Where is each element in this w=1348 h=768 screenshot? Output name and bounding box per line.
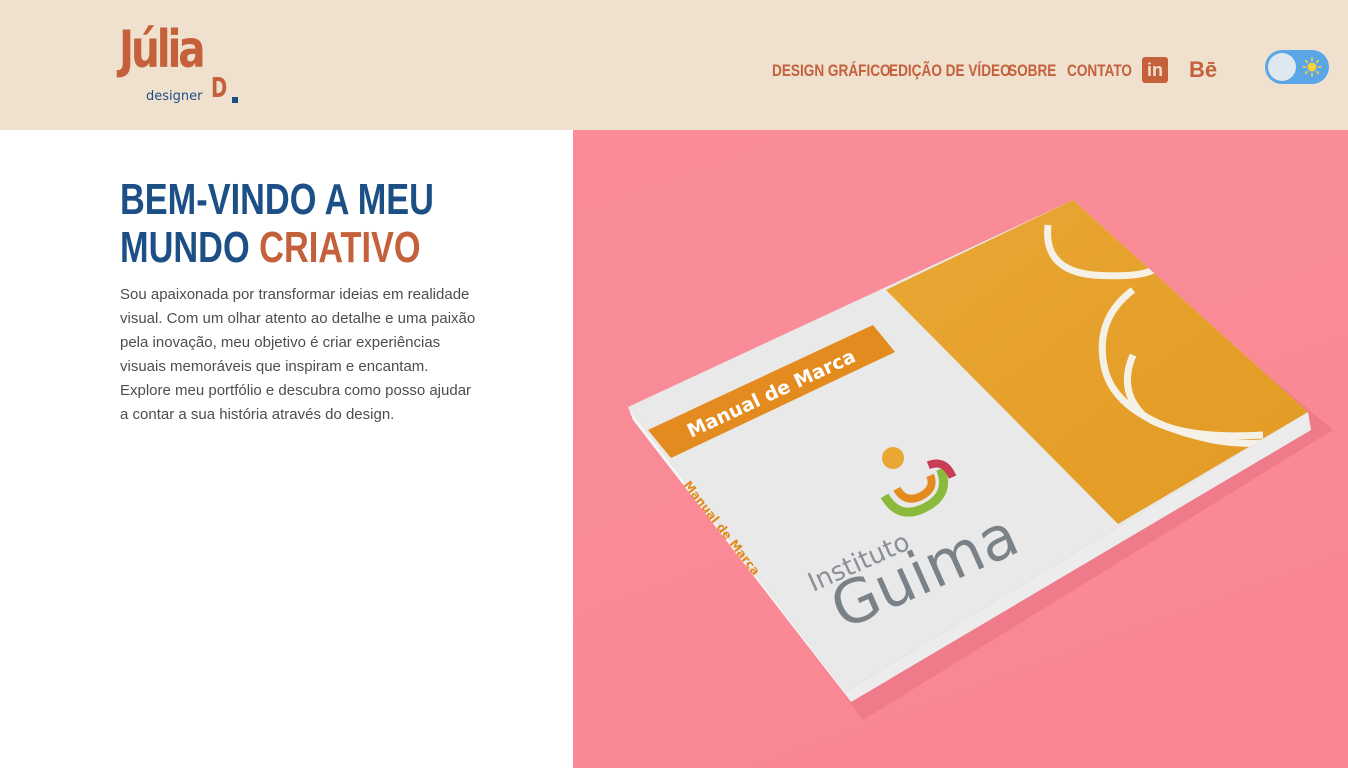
hero-image: Manual de Marca Manual de Marca Institut… <box>573 130 1348 768</box>
brand-manual-book: Manual de Marca Manual de Marca Institut… <box>628 200 1333 720</box>
nav-design-grafico[interactable]: DESIGN GRÁFICO <box>772 58 891 84</box>
logo[interactable]: Júlia designer D <box>119 22 244 108</box>
nav-contato[interactable]: CONTATO <box>1067 58 1132 84</box>
hero-title: BEM-VINDO A MEU MUNDO CRIATIVO <box>120 176 448 272</box>
logo-sub-text: designer <box>146 89 203 104</box>
behance-icon[interactable]: Bē <box>1189 56 1217 84</box>
nav-sobre[interactable]: SOBRE <box>1008 58 1056 84</box>
linkedin-icon[interactable]: in <box>1142 57 1168 83</box>
logo-main-text: Júlia <box>119 20 206 80</box>
logo-dot <box>232 97 238 103</box>
logo-initial: D <box>211 71 228 104</box>
sun-icon <box>1302 57 1322 77</box>
hero-title-line2: MUNDO <box>120 223 250 272</box>
hero-title-accent: CRIATIVO <box>259 223 421 272</box>
nav-edicao-de-video[interactable]: EDIÇÃO DE VÍDEO <box>889 58 1011 84</box>
toggle-knob <box>1268 53 1296 81</box>
site-header: Júlia designer D DESIGN GRÁFICO EDIÇÃO D… <box>0 0 1348 130</box>
hero-title-line1: BEM-VINDO A MEU <box>120 175 434 224</box>
hero-description: Sou apaixonada por transformar ideias em… <box>120 286 476 423</box>
theme-toggle[interactable] <box>1265 50 1329 84</box>
